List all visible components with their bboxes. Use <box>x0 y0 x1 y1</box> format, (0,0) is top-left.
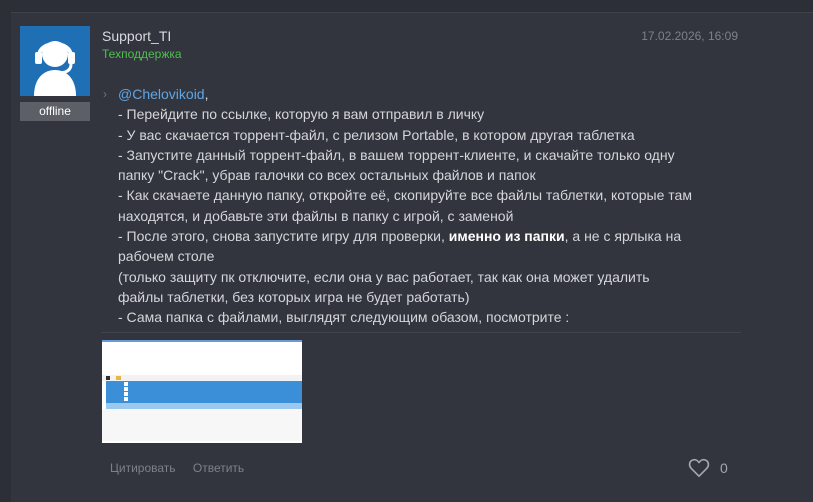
content-line: - У вас скачается торрент-файл, с релизо… <box>118 126 635 143</box>
heart-icon[interactable] <box>688 458 710 478</box>
content-line: папку "Crack", убрав галочки со всех ост… <box>118 167 536 184</box>
divider <box>101 332 741 333</box>
post-actions: Цитировать Ответить <box>110 461 258 475</box>
content-line: - Как скачаете данную папку, откройте её… <box>118 187 692 204</box>
attachment-thumbnail[interactable] <box>102 340 302 443</box>
content-line: - Запустите данный торрент-файл, в вашем… <box>118 146 675 163</box>
quote-button[interactable]: Цитировать <box>110 461 176 475</box>
reply-button[interactable]: Ответить <box>193 461 244 475</box>
forum-post: offline Support_TI Техподдержка 17.02.20… <box>11 12 813 502</box>
author-name[interactable]: Support_TI <box>102 28 171 44</box>
user-mention-link[interactable]: @Chelovikoid <box>118 86 205 102</box>
chevron-right-icon: › <box>103 87 107 101</box>
mention-line: @Chelovikoid, <box>118 86 209 102</box>
post-date[interactable]: 17.02.2026, 16:09 <box>641 29 738 43</box>
content-line: находятся, и добавьте эти файлы в папку … <box>118 207 514 224</box>
content-line: - После этого, снова запустите игру для … <box>118 228 682 245</box>
post-content: @Chelovikoid, - Перейдите по ссылке, кот… <box>118 84 738 328</box>
content-line: файлы таблетки, без которых игра не буде… <box>118 288 470 305</box>
content-line: - Перейдите по ссылке, которую я вам отп… <box>118 106 485 123</box>
like-count: 0 <box>720 460 728 476</box>
status-badge: offline <box>20 102 90 121</box>
avatar[interactable] <box>20 26 90 96</box>
content-line: - Сама папка с файлами, выглядят следующ… <box>118 309 570 326</box>
bold-text: именно из папки <box>448 228 565 245</box>
like-control[interactable]: 0 <box>688 458 728 478</box>
author-role: Техподдержка <box>102 47 182 61</box>
content-line: (только защиту пк отключите, если она у … <box>118 268 650 285</box>
headset-user-icon <box>20 26 90 96</box>
content-line: рабочем столе <box>118 248 215 265</box>
